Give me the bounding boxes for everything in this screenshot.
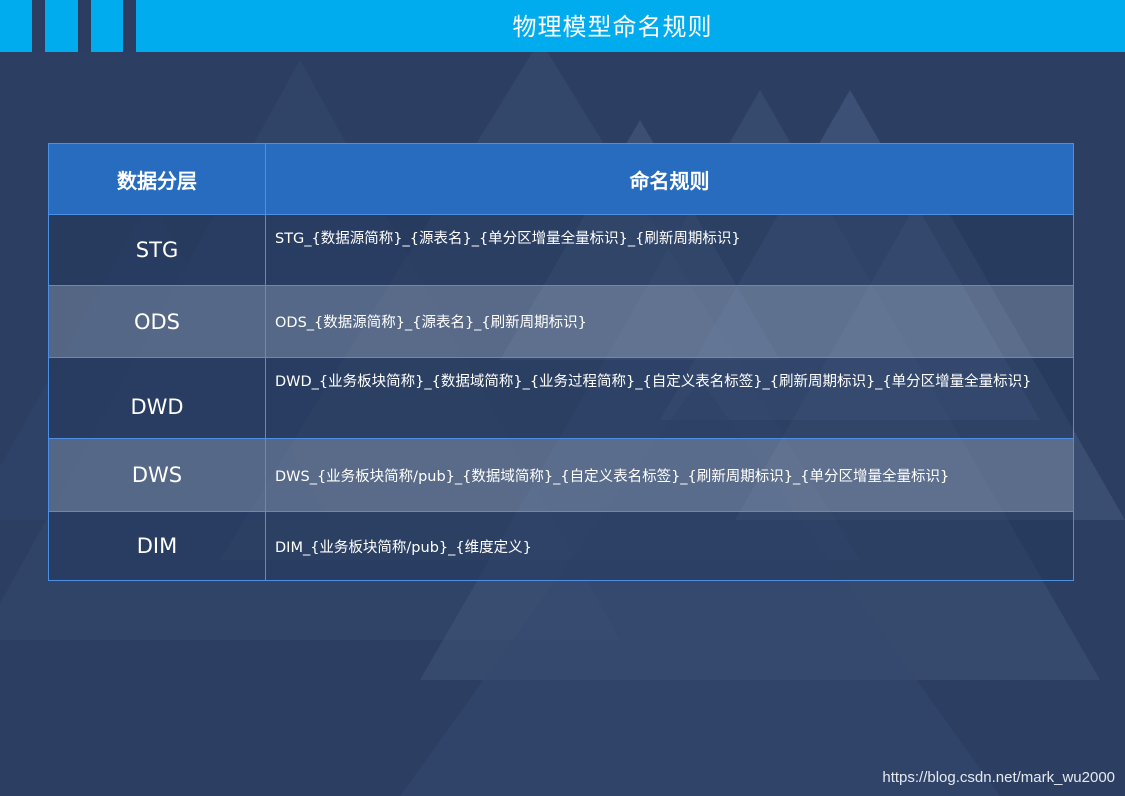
naming-rules-table: 数据分层 命名规则 STG STG_{数据源简称}_{源表名}_{单分区增量全量…	[48, 143, 1074, 581]
layer-cell: DWD	[48, 357, 266, 439]
column-header-layer: 数据分层	[48, 143, 266, 215]
watermark: https://blog.csdn.net/mark_wu2000	[882, 769, 1115, 786]
table-row: STG STG_{数据源简称}_{源表名}_{单分区增量全量标识}_{刷新周期标…	[48, 214, 1074, 286]
rule-cell: DWD_{业务板块简称}_{数据域简称}_{业务过程简称}_{自定义表名标签}_…	[265, 357, 1074, 439]
table-header-row: 数据分层 命名规则	[48, 143, 1074, 215]
table-row: DWS DWS_{业务板块简称/pub}_{数据域简称}_{自定义表名标签}_{…	[48, 438, 1074, 512]
slide: 物理模型命名规则 数据分层 命名规则 STG STG_{数据源简称}_{源表名}…	[0, 0, 1125, 796]
rule-cell: STG_{数据源简称}_{源表名}_{单分区增量全量标识}_{刷新周期标识}	[265, 214, 1074, 286]
layer-cell: DIM	[48, 511, 266, 581]
table-row: DIM DIM_{业务板块简称/pub}_{维度定义}	[48, 511, 1074, 581]
column-header-rule: 命名规则	[265, 143, 1074, 215]
layer-cell: DWS	[48, 438, 266, 512]
rule-cell: DIM_{业务板块简称/pub}_{维度定义}	[265, 511, 1074, 581]
rule-cell: ODS_{数据源简称}_{源表名}_{刷新周期标识}	[265, 285, 1074, 358]
rule-cell: DWS_{业务板块简称/pub}_{数据域简称}_{自定义表名标签}_{刷新周期…	[265, 438, 1074, 512]
page-title: 物理模型命名规则	[512, 13, 713, 41]
layer-cell: ODS	[48, 285, 266, 358]
header-bar: 物理模型命名规则	[0, 0, 1125, 52]
table-row: DWD DWD_{业务板块简称}_{数据域简称}_{业务过程简称}_{自定义表名…	[48, 357, 1074, 439]
layer-cell: STG	[48, 214, 266, 286]
table-row: ODS ODS_{数据源简称}_{源表名}_{刷新周期标识}	[48, 285, 1074, 358]
